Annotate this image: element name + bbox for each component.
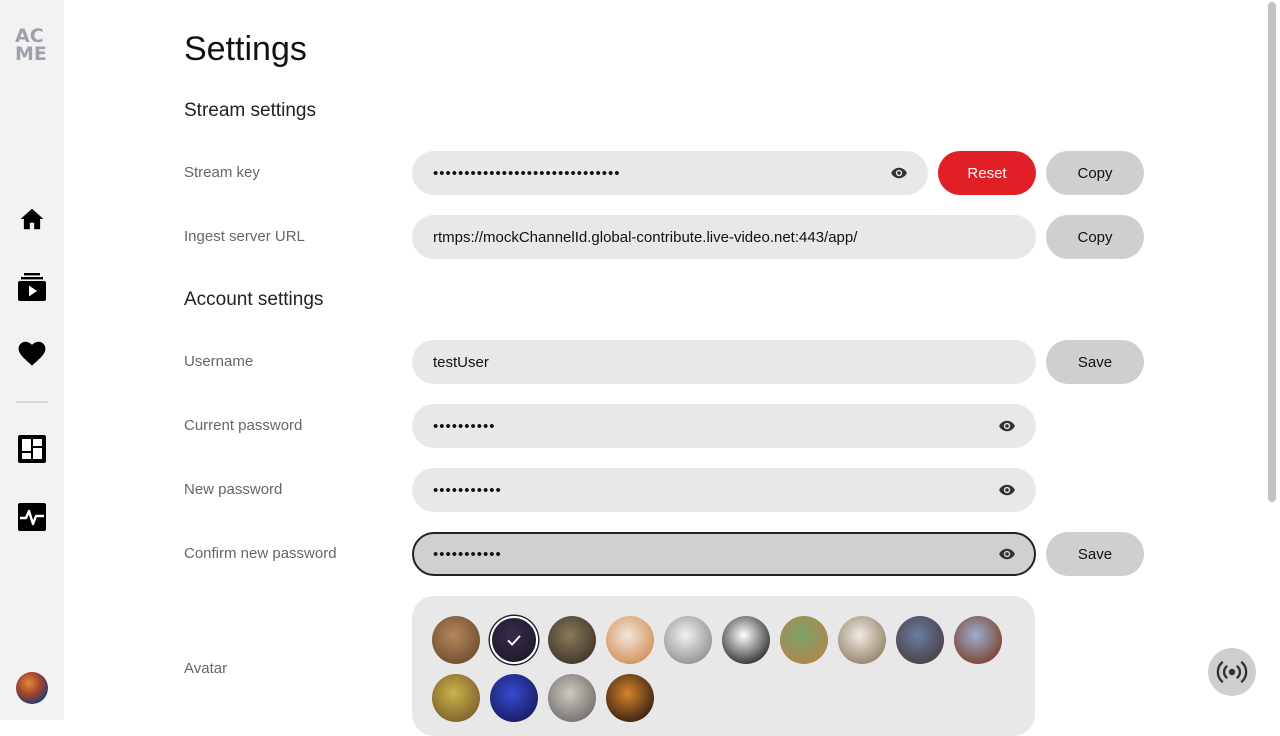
scrollbar-thumb[interactable] [1268,2,1276,502]
video-library-icon [18,273,46,301]
stream-key-value: •••••••••••••••••••••••••••••• [433,164,621,182]
save-username-button[interactable]: Save [1046,340,1144,384]
avatar-option-bear[interactable] [432,616,480,664]
avatar-option-hedgehog[interactable] [838,616,886,664]
confirm-password-label: Confirm new password [184,545,337,562]
sidebar-item-videos[interactable] [16,271,48,303]
avatar-option-hippo[interactable] [896,616,944,664]
checkmark-icon [507,635,521,646]
confirm-password-value: ••••••••••• [433,545,502,563]
avatar-picker [412,596,1035,736]
avatar-option-owl[interactable] [548,616,596,664]
sidebar-divider [16,401,48,403]
page-title: Settings [184,30,307,68]
eye-icon[interactable] [998,545,1016,563]
sidebar: AC ME [0,0,64,720]
sidebar-item-favorites[interactable] [16,338,48,370]
sidebar-item-dashboard[interactable] [16,433,48,465]
stream-key-field[interactable]: •••••••••••••••••••••••••••••• [412,151,928,195]
activity-icon [18,503,46,531]
ingest-url-value: rtmps://mockChannelId.global-contribute.… [433,228,858,246]
ingest-url-label: Ingest server URL [184,228,305,245]
sidebar-item-home[interactable] [16,203,48,235]
username-value: testUser [433,353,489,371]
current-password-label: Current password [184,417,303,434]
account-settings-title: Account settings [184,289,324,310]
copy-stream-key-button[interactable]: Copy [1046,151,1144,195]
new-password-label: New password [184,481,283,498]
avatar-option-bird[interactable] [490,616,538,664]
avatar-option-dog-pitbull[interactable] [664,616,712,664]
eye-icon[interactable] [998,481,1016,499]
avatar-option-dog-shiba[interactable] [606,616,654,664]
avatar-label: Avatar [184,660,228,677]
broadcast-icon [1216,661,1248,683]
avatar-option-sheep[interactable] [548,674,596,722]
stream-key-label: Stream key [184,164,260,181]
acme-logo[interactable]: AC ME [15,27,49,64]
avatar-option-pug[interactable] [722,616,770,664]
new-password-value: ••••••••••• [433,481,502,499]
user-avatar[interactable] [16,672,48,704]
heart-icon [18,341,46,366]
avatar-option-tiger[interactable] [606,674,654,722]
confirm-password-input[interactable]: ••••••••••• [412,532,1036,576]
current-password-value: •••••••••• [433,417,496,435]
stream-settings-title: Stream settings [184,100,316,121]
avatar-option-giraffe[interactable] [780,616,828,664]
dashboard-icon [18,435,46,463]
scrollbar[interactable] [1265,0,1280,720]
avatar-option-gazelle[interactable] [432,674,480,722]
new-password-input[interactable]: ••••••••••• [412,468,1036,512]
username-label: Username [184,353,254,370]
home-icon [20,208,44,230]
sidebar-item-activity[interactable] [16,501,48,533]
save-password-button[interactable]: Save [1046,532,1144,576]
avatar-option-jellyfish[interactable] [490,674,538,722]
eye-icon[interactable] [890,164,908,182]
reset-stream-key-button[interactable]: Reset [938,151,1036,195]
go-live-button[interactable] [1208,648,1256,696]
copy-ingest-url-button[interactable]: Copy [1046,215,1144,259]
eye-icon[interactable] [998,417,1016,435]
ingest-url-field[interactable]: rtmps://mockChannelId.global-contribute.… [412,215,1036,259]
current-password-input[interactable]: •••••••••• [412,404,1036,448]
username-input[interactable]: testUser [412,340,1036,384]
avatar-option-horse[interactable] [954,616,1002,664]
